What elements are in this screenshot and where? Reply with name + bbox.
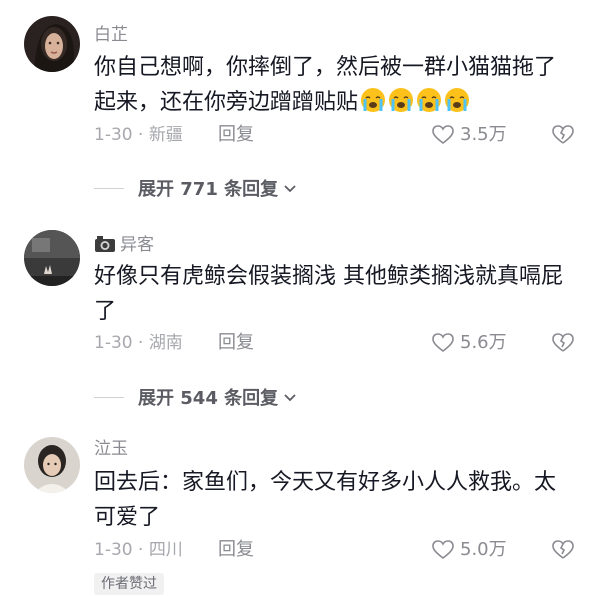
comment-meta: 1-30 · 四川 <box>94 540 183 560</box>
avatar[interactable] <box>24 437 80 493</box>
crying-face-icon <box>358 88 470 115</box>
avatar[interactable] <box>24 230 80 286</box>
divider <box>94 187 124 189</box>
comment-text-content: 你自己想啊，你摔倒了，然后被一群小猫猫拖了起来，还在你旁边蹭蹭贴贴 <box>94 55 557 115</box>
like-button[interactable]: 3.5万 <box>432 124 507 146</box>
comment-date: 1-30 <box>94 333 133 353</box>
broken-heart-icon <box>552 125 574 144</box>
comment-3: 泣玉 回去后：家鱼们，今天又有好多小人人救我。太可爱了 1-30 · 四川 回复… <box>0 425 600 596</box>
author-liked-badge: 作者赞过 <box>94 573 164 595</box>
like-count: 3.5万 <box>460 124 507 145</box>
username[interactable]: 白芷 <box>94 24 128 46</box>
avatar[interactable] <box>24 16 80 72</box>
camera-icon <box>95 236 115 252</box>
comment-date: 1-30 <box>94 125 133 145</box>
chevron-down-icon <box>284 394 296 402</box>
divider <box>94 396 124 398</box>
comment-text: 好像只有虎鲸会假装搁浅 其他鲸类搁浅就真嗝屁了 <box>94 264 563 324</box>
like-count: 5.6万 <box>460 332 507 353</box>
comment-meta: 1-30 · 新疆 <box>94 125 183 145</box>
comment-location: 四川 <box>148 540 183 560</box>
reply-button[interactable]: 回复 <box>218 332 254 354</box>
broken-heart-icon <box>552 540 574 559</box>
dislike-button[interactable] <box>552 333 574 357</box>
like-button[interactable]: 5.0万 <box>432 539 507 561</box>
broken-heart-icon <box>552 333 574 352</box>
like-count: 5.0万 <box>460 539 507 560</box>
username[interactable]: 泣玉 <box>94 438 128 460</box>
expand-replies-button[interactable]: 展开 544 条回复 <box>94 386 298 409</box>
expand-replies-label: 展开 544 条回复 <box>138 388 279 409</box>
username-row: 异客 <box>94 234 154 256</box>
comment-date: 1-30 <box>94 540 133 560</box>
like-button[interactable]: 5.6万 <box>432 332 507 354</box>
comment-text: 回去后：家鱼们，今天又有好多小人人救我。太可爱了 <box>94 470 557 530</box>
username[interactable]: 异客 <box>120 235 154 255</box>
chevron-down-icon <box>284 185 296 193</box>
comment-2: 异客 好像只有虎鲸会假装搁浅 其他鲸类搁浅就真嗝屁了 1-30 · 湖南 回复 … <box>0 215 600 425</box>
comment-location: 湖南 <box>148 333 183 353</box>
dislike-button[interactable] <box>552 125 574 149</box>
heart-icon <box>432 540 454 560</box>
heart-icon <box>432 333 454 353</box>
dislike-button[interactable] <box>552 540 574 564</box>
reply-button[interactable]: 回复 <box>218 539 254 561</box>
expand-replies-label: 展开 771 条回复 <box>138 179 279 200</box>
heart-icon <box>432 125 454 145</box>
comment-text: 你自己想啊，你摔倒了，然后被一群小猫猫拖了起来，还在你旁边蹭蹭贴贴 <box>94 50 564 120</box>
expand-replies-button[interactable]: 展开 771 条回复 <box>94 177 298 200</box>
comment-1: 白芷 你自己想啊，你摔倒了，然后被一群小猫猫拖了起来，还在你旁边蹭蹭贴贴 1-3… <box>0 0 600 215</box>
comment-location: 新疆 <box>148 125 183 145</box>
reply-button[interactable]: 回复 <box>218 124 254 146</box>
comment-meta: 1-30 · 湖南 <box>94 333 183 353</box>
